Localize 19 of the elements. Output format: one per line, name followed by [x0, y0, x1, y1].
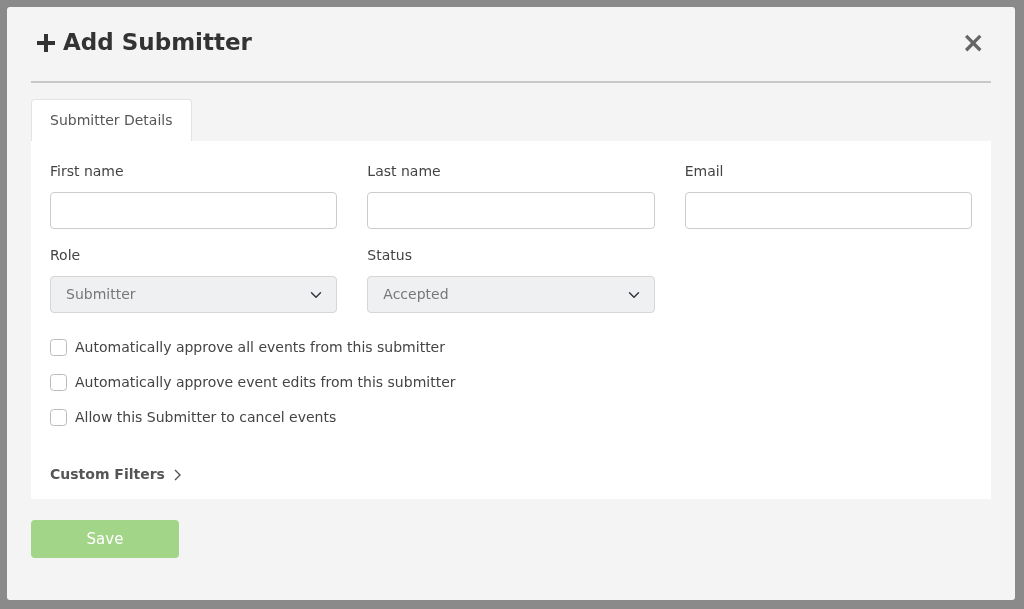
input-field[interactable] [50, 192, 338, 229]
field-label: Last name [367, 162, 442, 181]
close-button[interactable]: × [955, 29, 991, 57]
modal-title: Add Submitter [63, 29, 252, 57]
checkbox-label: Allow this Submitter to cancel events [75, 408, 337, 427]
field-label: Email [684, 162, 725, 181]
field-label: Role [50, 246, 82, 265]
checkbox-label: Automatically approve all events from this submitter [75, 338, 445, 357]
tab[interactable]: Submitter Details [31, 99, 192, 141]
input-field[interactable] [684, 192, 972, 229]
input-field[interactable] [367, 192, 655, 229]
checkbox-label: Automatically approve event edits from this submitter [75, 373, 456, 392]
custom-filters-toggle[interactable]: Custom Filters [50, 464, 165, 485]
checkbox[interactable] [50, 409, 67, 426]
field-label: First name [50, 162, 125, 181]
checkbox[interactable] [50, 374, 67, 391]
checkbox[interactable] [50, 339, 67, 356]
plus-icon [37, 34, 55, 52]
field-label: Status [367, 246, 413, 265]
